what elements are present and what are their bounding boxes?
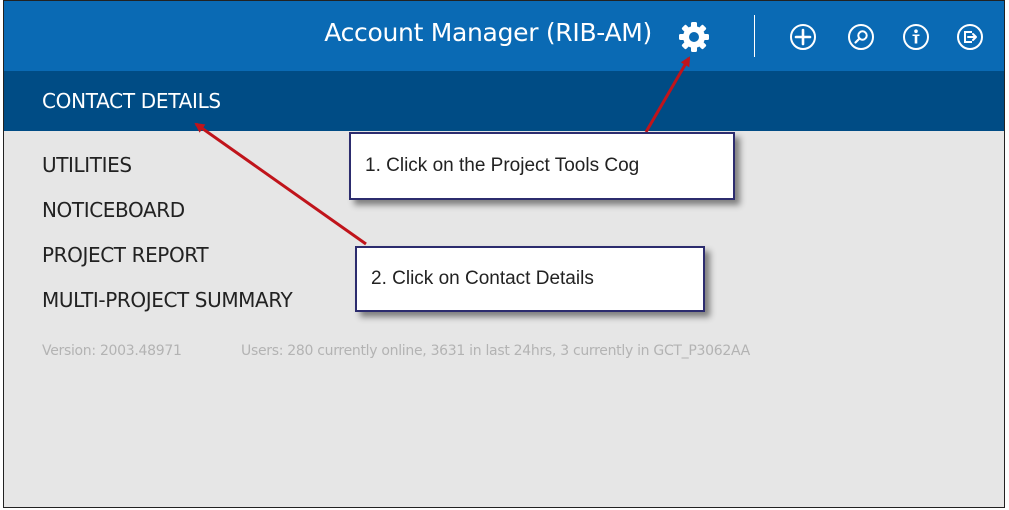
exit-icon[interactable]	[956, 23, 984, 51]
menu-item-utilities[interactable]: UTILITIES	[42, 153, 132, 177]
version-text: Version: 2003.48971	[42, 343, 182, 359]
contact-details-link[interactable]: CONTACT DETAILS	[42, 89, 221, 113]
menu-item-project-report[interactable]: PROJECT REPORT	[42, 243, 209, 267]
toolbar-divider	[754, 15, 755, 57]
gear-icon[interactable]	[678, 21, 710, 53]
app-title: Account Manager (RIB-AM)	[324, 18, 652, 47]
menu-item-multi-project-summary[interactable]: MULTI-PROJECT SUMMARY	[42, 288, 293, 312]
callout-step-2: 2. Click on Contact Details	[355, 246, 705, 312]
users-status-text: Users: 280 currently online, 3631 in las…	[241, 343, 750, 359]
callout-step-1: 1. Click on the Project Tools Cog	[349, 132, 735, 200]
nav-bar: CONTACT DETAILS	[4, 71, 1004, 131]
top-bar: Account Manager (RIB-AM)	[4, 1, 1004, 71]
info-icon[interactable]	[902, 23, 930, 51]
menu-item-noticeboard[interactable]: NOTICEBOARD	[42, 198, 185, 222]
search-icon[interactable]	[847, 23, 875, 51]
add-icon[interactable]	[789, 23, 817, 51]
